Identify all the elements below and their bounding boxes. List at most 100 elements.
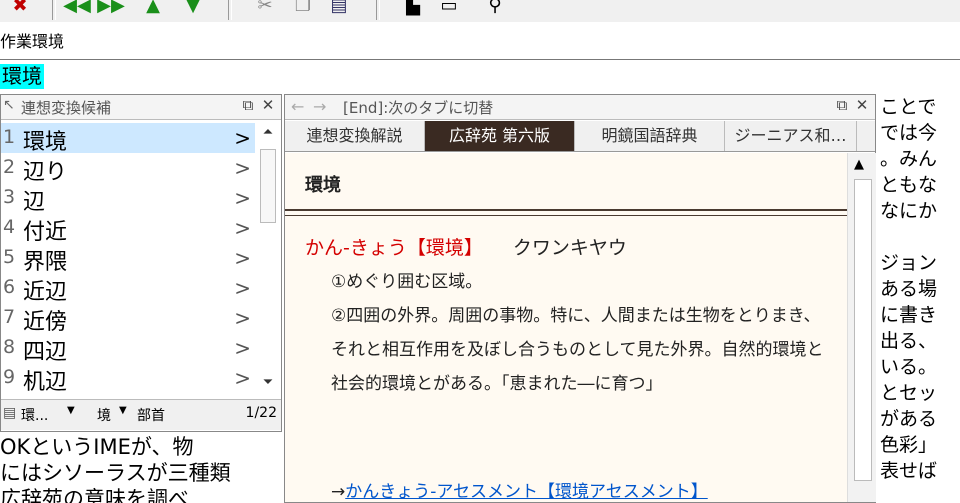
tab-meikyo[interactable]: 明鏡国語辞典 — [575, 121, 725, 151]
dictionary-tabs: 連想変換解説 広辞苑 第六版 明鏡国語辞典 ジーニアス和… — [285, 121, 875, 152]
candidate-text: 近傍 — [23, 310, 68, 335]
text-line: ともな — [880, 174, 938, 196]
document-text-right: ことで では今 。みん ともな なにか ジョン ある場 に書き 出る、 いる。 … — [880, 94, 960, 503]
candidate-text: 辺 — [23, 190, 46, 215]
forward-icon[interactable]: → — [313, 97, 326, 116]
entry-divider — [285, 209, 847, 216]
list-icon[interactable]: ▤ — [3, 405, 16, 421]
chevron-right-icon[interactable]: > — [234, 336, 251, 360]
text-line: いる。 — [880, 356, 938, 378]
tab-association[interactable]: 連想変換解説 — [285, 121, 425, 151]
next-icon[interactable]: ▶▶ — [96, 0, 126, 18]
candidate-item[interactable]: 9 机辺 > — [1, 363, 255, 395]
toolbar: ✖ ◀◀ ▶▶ ▲ ▼ ✂ ❐ ▤ ▙ ▭ ⚲ — [0, 0, 960, 23]
candidate-number: 2 — [3, 156, 16, 178]
chevron-right-icon[interactable]: > — [234, 276, 251, 300]
tab-genius[interactable]: ジーニアス和… — [725, 121, 857, 151]
paste-icon[interactable]: ▤ — [326, 0, 352, 18]
tab-kojien[interactable]: 広辞苑 第六版 — [425, 121, 575, 151]
candidate-text: 界隈 — [23, 250, 68, 275]
link-arrow: → — [331, 482, 346, 502]
candidate-item[interactable]: 5 界隈 > — [1, 243, 255, 275]
scroll-thumb[interactable] — [260, 149, 276, 223]
chevron-down-icon[interactable]: ▼ — [67, 405, 75, 416]
text-line: ある場 — [880, 278, 938, 300]
candidate-item[interactable]: 6 近辺 > — [1, 273, 255, 305]
scroll-top-icon[interactable]: ⏶ — [260, 125, 276, 140]
candidate-number: 7 — [3, 306, 16, 328]
entry-kana: かん-きょう — [305, 237, 407, 259]
related-entry: →かんきょう-アセスメント【環境アセスメント】 — [331, 477, 708, 502]
down-icon[interactable]: ▼ — [180, 0, 206, 18]
candidate-panel-titlebar[interactable]: ↖ 連想変換候補 ⧉ ✕ — [1, 95, 281, 120]
text-line: にはシソーラスが三種類 — [0, 461, 231, 485]
search-icon[interactable]: ⚲ — [482, 0, 508, 18]
dictionary-panel: ← → [End]:次のタブに切替 ⧉ ✕ 連想変換解説 広辞苑 第六版 明鏡国… — [284, 94, 876, 503]
candidate-number: 4 — [3, 216, 16, 238]
candidate-number: 6 — [3, 276, 16, 298]
chevron-right-icon[interactable]: > — [234, 216, 251, 240]
dictionary-scrollbar[interactable]: ▲ — [847, 153, 876, 502]
footer-filter-mid[interactable]: 境 — [97, 405, 111, 425]
scroll-thumb[interactable] — [854, 179, 872, 481]
dictionary-content: 環境 かん-きょう【環境】 クワンキヤウ ①めぐり囲む区域。 ②四囲の外界。周囲の… — [285, 153, 847, 502]
copy-icon[interactable]: ❐ — [290, 0, 316, 18]
chevron-down-icon[interactable]: ▼ — [119, 405, 127, 416]
candidate-item[interactable]: 2 辺り > — [1, 153, 255, 185]
candidate-text: 近辺 — [23, 280, 68, 305]
text-line: に書き — [880, 304, 938, 326]
scroll-up-icon[interactable]: ▲ — [854, 157, 864, 172]
candidate-item[interactable]: 7 近傍 > — [1, 303, 255, 335]
definition-2: ②四囲の外界。周囲の事物。特に、人間または生物をとりまき、それと相互作用を及ぼし… — [331, 306, 824, 394]
cut-icon[interactable]: ✂ — [252, 0, 278, 18]
candidate-panel: ↖ 連想変換候補 ⧉ ✕ 1 環境 > 2 辺り > 3 辺 > 4 付近 > … — [0, 94, 282, 432]
chevron-right-icon[interactable]: > — [234, 366, 251, 390]
address-line[interactable]: 作業環境 — [0, 22, 960, 60]
scroll-bottom-icon[interactable]: ⏷ — [260, 375, 276, 390]
related-entry-link[interactable]: かんきょう-アセスメント【環境アセスメント】 — [345, 482, 707, 502]
candidate-footer: ▤ 環... ▼ 境 ▼ 部首 1/22 — [1, 399, 281, 430]
candidate-text: 環境 — [23, 130, 68, 155]
close-icon[interactable]: ✕ — [853, 96, 871, 116]
text-line: とセッ — [880, 382, 938, 404]
toolbar-separator — [52, 0, 56, 20]
up-icon[interactable]: ▲ — [140, 0, 166, 18]
text-line: がある — [880, 408, 938, 430]
entry-headword: かん-きょう【環境】 クワンキヤウ — [305, 233, 627, 260]
chevron-right-icon[interactable]: > — [234, 156, 251, 180]
footer-mode[interactable]: 部首 — [137, 405, 165, 425]
candidate-number: 9 — [3, 366, 16, 388]
float-icon[interactable]: ⧉ — [833, 96, 851, 116]
address-text: 作業環境 — [0, 32, 65, 51]
candidate-item[interactable]: 3 辺 > — [1, 183, 255, 215]
text-line: ことで — [880, 96, 937, 118]
window-icon[interactable]: ▭ — [436, 0, 462, 18]
dictionary-titlebar[interactable]: ← → [End]:次のタブに切替 ⧉ ✕ — [285, 95, 875, 120]
text-line: なにか — [880, 200, 938, 222]
delete-icon[interactable]: ✖ — [8, 0, 32, 18]
candidate-panel-title: 連想変換候補 — [21, 99, 112, 117]
candidate-scrollbar[interactable]: ⏶ ⏷ — [257, 121, 279, 399]
text-line: ジョン — [880, 252, 938, 274]
prev-icon[interactable]: ◀◀ — [62, 0, 92, 18]
pin-icon[interactable]: ↖ — [3, 97, 15, 113]
new-window-icon[interactable]: ▙ — [400, 0, 426, 18]
candidate-item[interactable]: 8 四辺 > — [1, 333, 255, 365]
float-icon[interactable]: ⧉ — [239, 96, 257, 116]
chevron-right-icon[interactable]: > — [234, 126, 251, 150]
candidate-text: 四辺 — [23, 340, 68, 365]
footer-filter-left[interactable]: 環... — [21, 405, 48, 425]
entry-heading: 環境 — [305, 175, 341, 196]
chevron-right-icon[interactable]: > — [234, 306, 251, 330]
text-line: では今 — [880, 122, 938, 144]
back-icon[interactable]: ← — [291, 97, 304, 116]
text-line: 広辞苑の意味を調べ — [0, 487, 189, 503]
close-icon[interactable]: ✕ — [259, 96, 277, 116]
candidate-item[interactable]: 4 付近 > — [1, 213, 255, 245]
query-word[interactable]: 環境 — [0, 64, 44, 89]
chevron-right-icon[interactable]: > — [234, 186, 251, 210]
candidate-number: 3 — [3, 186, 16, 208]
chevron-right-icon[interactable]: > — [234, 246, 251, 270]
candidate-item[interactable]: 1 環境 > — [1, 123, 255, 155]
definition-1: ①めぐり囲む区域。 — [331, 272, 483, 292]
